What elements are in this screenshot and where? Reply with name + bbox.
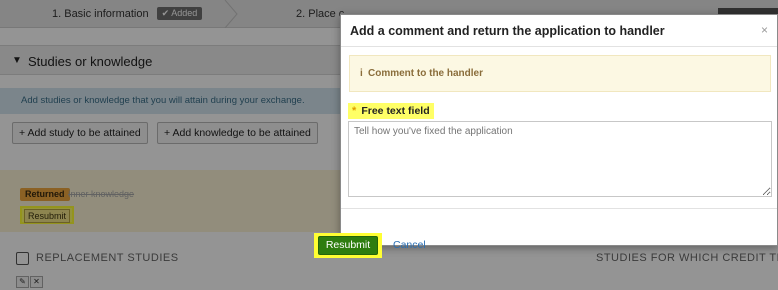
return-application-dialog: Add a comment and return the application… [340, 14, 778, 246]
info-icon: i [360, 68, 363, 79]
free-text-label: * Free text field [348, 103, 434, 119]
comment-textarea[interactable] [348, 121, 772, 197]
comment-info-box: i Comment to the handler [349, 55, 771, 92]
close-icon[interactable]: × [761, 23, 768, 37]
dialog-title: Add a comment and return the application… [350, 24, 665, 38]
comment-label: Comment to the handler [368, 68, 484, 79]
resubmit-button[interactable]: Resubmit [318, 236, 378, 255]
cancel-button[interactable]: Cancel [393, 239, 426, 251]
dialog-header: Add a comment and return the application… [341, 15, 777, 47]
field-label-text: Free text field [361, 105, 430, 117]
required-mark: * [352, 105, 357, 117]
